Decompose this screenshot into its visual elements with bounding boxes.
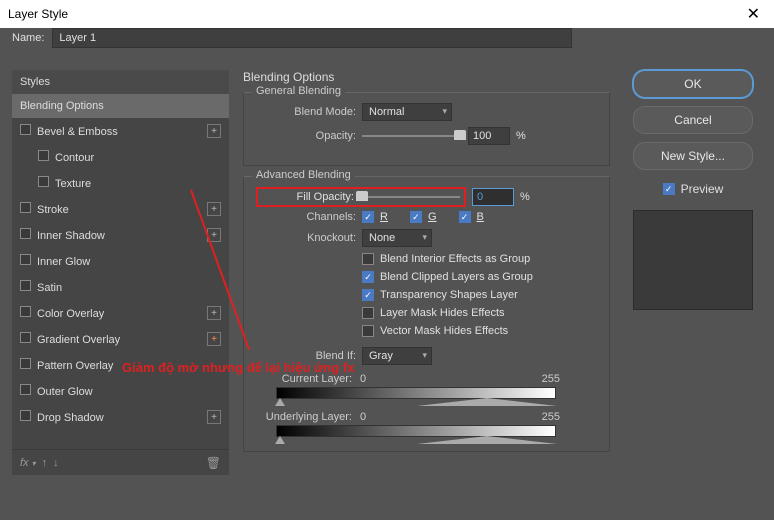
style-bevel-emboss[interactable]: Bevel & Emboss+ [12,118,229,144]
checkbox-icon[interactable] [20,306,31,317]
trash-icon[interactable]: 🗑 [206,456,221,470]
clipped-layers-checkbox[interactable] [362,271,374,283]
checkbox-icon[interactable] [20,254,31,265]
style-color-overlay[interactable]: Color Overlay+ [12,300,229,326]
style-blending-options[interactable]: Blending Options [12,94,229,118]
checkbox-icon[interactable] [38,176,49,187]
style-gradient-overlay[interactable]: Gradient Overlay+ [12,326,229,352]
fill-opacity-input[interactable] [472,188,514,206]
panel-title: Blending Options [243,70,610,84]
blend-if-label: Blend If: [256,350,356,362]
channel-g-checkbox[interactable] [410,211,422,223]
channel-r-checkbox[interactable] [362,211,374,223]
current-layer-label: Current Layer: [256,373,352,385]
fill-opacity-label: Fill Opacity: [262,191,354,203]
layer-name-input[interactable] [52,28,572,48]
ok-button[interactable]: OK [633,70,753,98]
add-fx-icon[interactable]: + [207,410,221,424]
knockout-label: Knockout: [256,232,356,244]
checkbox-icon[interactable] [20,280,31,291]
current-layer-slider[interactable] [276,387,556,399]
advanced-blending-group: Advanced Blending Fill Opacity: % Channe… [243,176,610,452]
style-texture[interactable]: Texture [12,170,229,196]
name-label: Name: [12,32,44,44]
close-icon[interactable]: ✕ [741,4,766,24]
style-contour[interactable]: Contour [12,144,229,170]
opacity-input[interactable] [468,127,510,145]
checkbox-icon[interactable] [20,228,31,239]
knockout-select[interactable]: None [362,229,432,247]
fill-opacity-highlight: Fill Opacity: [256,187,466,207]
checkbox-icon[interactable] [20,384,31,395]
blend-if-select[interactable]: Gray [362,347,432,365]
dialog-title: Layer Style [8,7,68,21]
cancel-button[interactable]: Cancel [633,106,753,134]
general-blending-group: General Blending Blend Mode: Normal Opac… [243,92,610,166]
new-style-button[interactable]: New Style... [633,142,753,170]
slider-handle-icon[interactable] [417,398,557,406]
checkbox-icon[interactable] [20,332,31,343]
preview-label: Preview [681,182,724,196]
style-stroke[interactable]: Stroke+ [12,196,229,222]
preview-checkbox[interactable] [663,183,675,195]
opacity-slider[interactable] [362,135,462,137]
preview-swatch [633,210,753,310]
style-outer-glow[interactable]: Outer Glow [12,378,229,404]
down-arrow-icon[interactable]: ↓ [53,457,59,469]
channels-label: Channels: [256,211,356,223]
slider-handle-icon[interactable] [275,436,285,444]
opacity-label: Opacity: [256,130,356,142]
blend-mode-label: Blend Mode: [256,106,356,118]
add-fx-icon[interactable]: + [207,228,221,242]
up-arrow-icon[interactable]: ↑ [42,457,48,469]
percent-unit: % [520,191,530,203]
slider-handle-icon[interactable] [417,436,557,444]
blend-mode-select[interactable]: Normal [362,103,452,121]
checkbox-icon[interactable] [20,202,31,213]
fx-menu-icon[interactable]: fx ▾ [20,457,36,469]
underlying-layer-slider[interactable] [276,425,556,437]
checkbox-icon[interactable] [20,410,31,421]
fill-opacity-slider[interactable] [360,196,460,198]
underlying-layer-label: Underlying Layer: [256,411,352,423]
add-fx-icon[interactable]: + [207,124,221,138]
style-inner-shadow[interactable]: Inner Shadow+ [12,222,229,248]
add-fx-icon[interactable]: + [207,306,221,320]
style-pattern-overlay[interactable]: Pattern Overlay [12,352,229,378]
add-fx-icon[interactable]: + [207,332,221,346]
checkbox-icon[interactable] [20,358,31,369]
slider-handle-icon[interactable] [275,398,285,406]
percent-unit: % [516,130,526,142]
style-satin[interactable]: Satin [12,274,229,300]
checkbox-icon[interactable] [38,150,49,161]
checkbox-icon[interactable] [20,124,31,135]
layer-mask-checkbox[interactable] [362,307,374,319]
vector-mask-checkbox[interactable] [362,325,374,337]
channel-b-checkbox[interactable] [459,211,471,223]
transparency-shapes-checkbox[interactable] [362,289,374,301]
styles-header[interactable]: Styles [12,70,229,94]
interior-effects-checkbox[interactable] [362,253,374,265]
style-inner-glow[interactable]: Inner Glow [12,248,229,274]
style-drop-shadow[interactable]: Drop Shadow+ [12,404,229,430]
add-fx-icon[interactable]: + [207,202,221,216]
